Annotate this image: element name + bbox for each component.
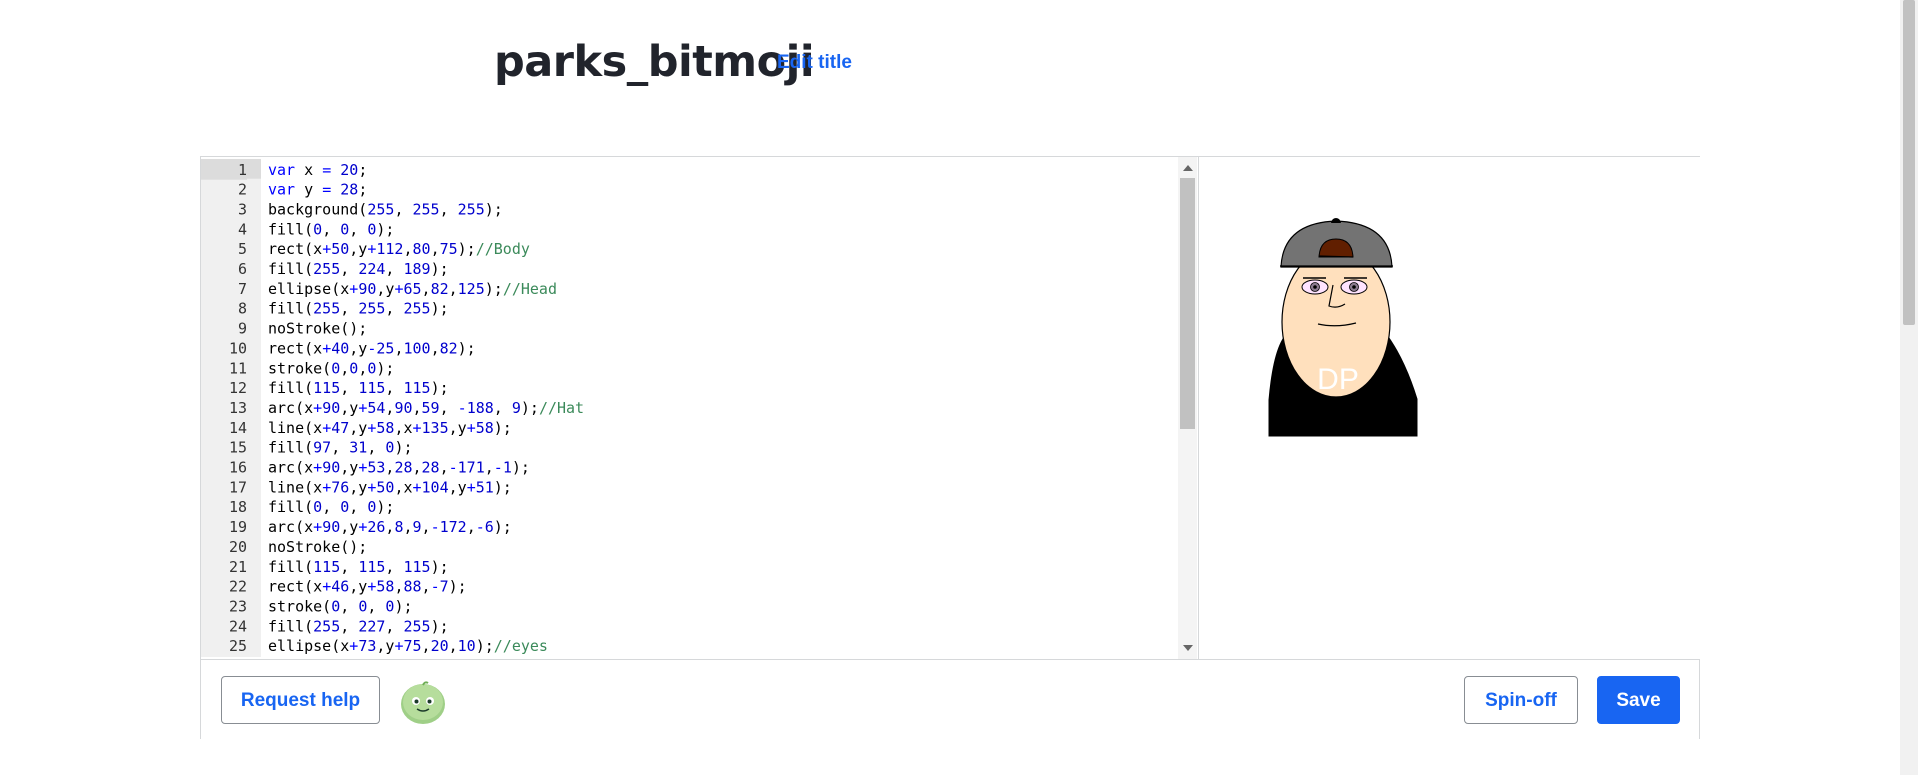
editor-frame: 1 var x = 20; 2 var y = 28; 3 background(255,… <box>200 156 1700 739</box>
code-text[interactable]: line(x+47,y+58,x+135,y+58); <box>268 418 512 438</box>
code-text[interactable]: stroke(0,0,0); <box>268 358 394 378</box>
code-text[interactable]: fill(0, 0, 0); <box>268 219 394 239</box>
code-text[interactable]: rect(x+50,y+112,80,75);//Body <box>268 239 530 259</box>
code-text[interactable]: fill(97, 31, 0); <box>268 438 413 458</box>
scroll-down-arrow-icon[interactable] <box>1183 645 1193 651</box>
line-number: 17 <box>228 478 247 497</box>
code-line[interactable]: 5 rect(x+50,y+112,80,75);//Body <box>201 239 1177 259</box>
page-title: parks_bitmoji <box>494 37 815 87</box>
window-scrollbar-thumb[interactable] <box>1903 0 1915 325</box>
line-number: 2 <box>237 180 247 199</box>
bitmoji-shirt-text: DP <box>1317 363 1359 396</box>
line-number: 14 <box>228 418 247 437</box>
line-number: 25 <box>228 637 247 656</box>
code-text[interactable]: background(255, 255, 255); <box>268 200 503 220</box>
window-scrollbar[interactable] <box>1900 0 1918 775</box>
code-text[interactable]: stroke(0, 0, 0); <box>268 597 413 617</box>
line-number: 10 <box>228 339 247 358</box>
code-text[interactable]: fill(115, 115, 115); <box>268 378 449 398</box>
code-scrollbar-thumb[interactable] <box>1180 178 1195 429</box>
code-line[interactable]: 25 ellipse(x+73,y+75,20,10);//eyes <box>201 636 1177 656</box>
code-line[interactable]: 24 fill(255, 227, 255); <box>201 616 1177 636</box>
code-text[interactable]: var y = 28; <box>268 180 367 200</box>
line-number: 3 <box>237 200 247 219</box>
edit-title-link[interactable]: Edit title <box>777 51 852 75</box>
line-number: 4 <box>237 220 247 239</box>
code-text[interactable]: arc(x+90,y+26,8,9,-172,-6); <box>268 517 512 537</box>
spinoff-button[interactable]: Spin-off <box>1464 676 1578 724</box>
line-number: 19 <box>228 518 247 537</box>
line-number: 12 <box>228 379 247 398</box>
code-line[interactable]: 23 stroke(0, 0, 0); <box>201 597 1177 617</box>
output-canvas[interactable]: DP <box>1198 157 1700 659</box>
line-number: 16 <box>228 458 247 477</box>
line-number: 18 <box>228 498 247 517</box>
code-line[interactable]: 6 fill(255, 224, 189); <box>201 259 1177 279</box>
code-text[interactable]: var x = 20; <box>268 160 367 180</box>
line-number: 20 <box>228 538 247 556</box>
code-line[interactable]: 4 fill(0, 0, 0); <box>201 219 1177 239</box>
code-text[interactable]: ellipse(x+73,y+75,20,10);//eyes <box>268 636 548 656</box>
code-text[interactable]: rect(x+46,y+58,88,-7); <box>268 577 467 597</box>
code-line[interactable]: 15 fill(97, 31, 0); <box>201 438 1177 458</box>
code-line[interactable]: 7 ellipse(x+90,y+65,82,125);//Head <box>201 279 1177 299</box>
line-number: 8 <box>237 299 247 318</box>
code-line[interactable]: 11 stroke(0,0,0); <box>201 358 1177 378</box>
code-text[interactable]: arc(x+90,y+54,90,59, -188, 9);//Hat <box>268 398 584 418</box>
code-editor[interactable]: 1 var x = 20; 2 var y = 28; 3 background(255,… <box>201 158 1197 658</box>
green-blob-avatar-icon[interactable] <box>399 678 447 726</box>
save-button[interactable]: Save <box>1597 676 1680 724</box>
line-number: 24 <box>228 617 247 636</box>
line-number: 13 <box>228 399 247 417</box>
code-line[interactable]: 10 rect(x+40,y-25,100,82); <box>201 339 1177 359</box>
line-number: 22 <box>228 577 247 596</box>
code-text[interactable]: arc(x+90,y+53,28,28,-171,-1); <box>268 458 530 478</box>
line-number: 1 <box>201 159 247 180</box>
line-number: 23 <box>228 597 247 616</box>
code-line[interactable]: 17 line(x+76,y+50,x+104,y+51); <box>201 477 1177 497</box>
line-number: 7 <box>237 279 247 298</box>
code-line[interactable]: 22 rect(x+46,y+58,88,-7); <box>201 577 1177 597</box>
scroll-up-arrow-icon[interactable] <box>1183 165 1193 171</box>
request-help-button[interactable]: Request help <box>221 676 380 724</box>
code-line[interactable]: 19 arc(x+90,y+26,8,9,-172,-6); <box>201 517 1177 537</box>
code-line[interactable]: 3 background(255, 255, 255); <box>201 200 1177 220</box>
code-line[interactable]: 16 arc(x+90,y+53,28,28,-171,-1); <box>201 458 1177 478</box>
code-line[interactable]: 14 line(x+47,y+58,x+135,y+58); <box>201 418 1177 438</box>
code-text[interactable]: rect(x+40,y-25,100,82); <box>268 339 476 359</box>
code-line[interactable]: 2 var y = 28; <box>201 180 1177 200</box>
editor-toolbar: Request help Spin-off Save <box>201 659 1699 739</box>
code-text[interactable]: noStroke(); <box>268 537 367 557</box>
code-line[interactable]: 20 noStroke(); <box>201 537 1177 557</box>
code-text[interactable]: ellipse(x+90,y+65,82,125);//Head <box>268 279 557 299</box>
code-text[interactable]: fill(255, 227, 255); <box>268 616 449 636</box>
code-scrollbar[interactable] <box>1178 157 1197 659</box>
line-number: 11 <box>228 359 247 378</box>
code-line[interactable]: 21 fill(115, 115, 115); <box>201 557 1177 577</box>
code-text[interactable]: fill(255, 224, 189); <box>268 259 449 279</box>
line-number: 21 <box>228 557 247 576</box>
code-line[interactable]: 13 arc(x+90,y+54,90,59, -188, 9);//Hat <box>201 398 1177 418</box>
code-text[interactable]: fill(0, 0, 0); <box>268 497 394 517</box>
bitmoji-drawing: DP <box>1259 182 1418 437</box>
line-number: 5 <box>237 240 247 259</box>
code-line[interactable]: 18 fill(0, 0, 0); <box>201 497 1177 517</box>
code-text[interactable]: line(x+76,y+50,x+104,y+51); <box>268 477 512 497</box>
code-line[interactable]: 12 fill(115, 115, 115); <box>201 378 1177 398</box>
line-number: 9 <box>237 319 247 338</box>
code-line[interactable]: 9 noStroke(); <box>201 319 1177 339</box>
code-line[interactable]: 8 fill(255, 255, 255); <box>201 299 1177 319</box>
line-number: 15 <box>228 438 247 457</box>
code-text[interactable]: fill(255, 255, 255); <box>268 299 449 319</box>
code-text[interactable]: noStroke(); <box>268 319 367 339</box>
line-number: 6 <box>237 260 247 278</box>
code-text[interactable]: fill(115, 115, 115); <box>268 557 449 577</box>
code-line[interactable]: 1 var x = 20; <box>201 159 1177 180</box>
